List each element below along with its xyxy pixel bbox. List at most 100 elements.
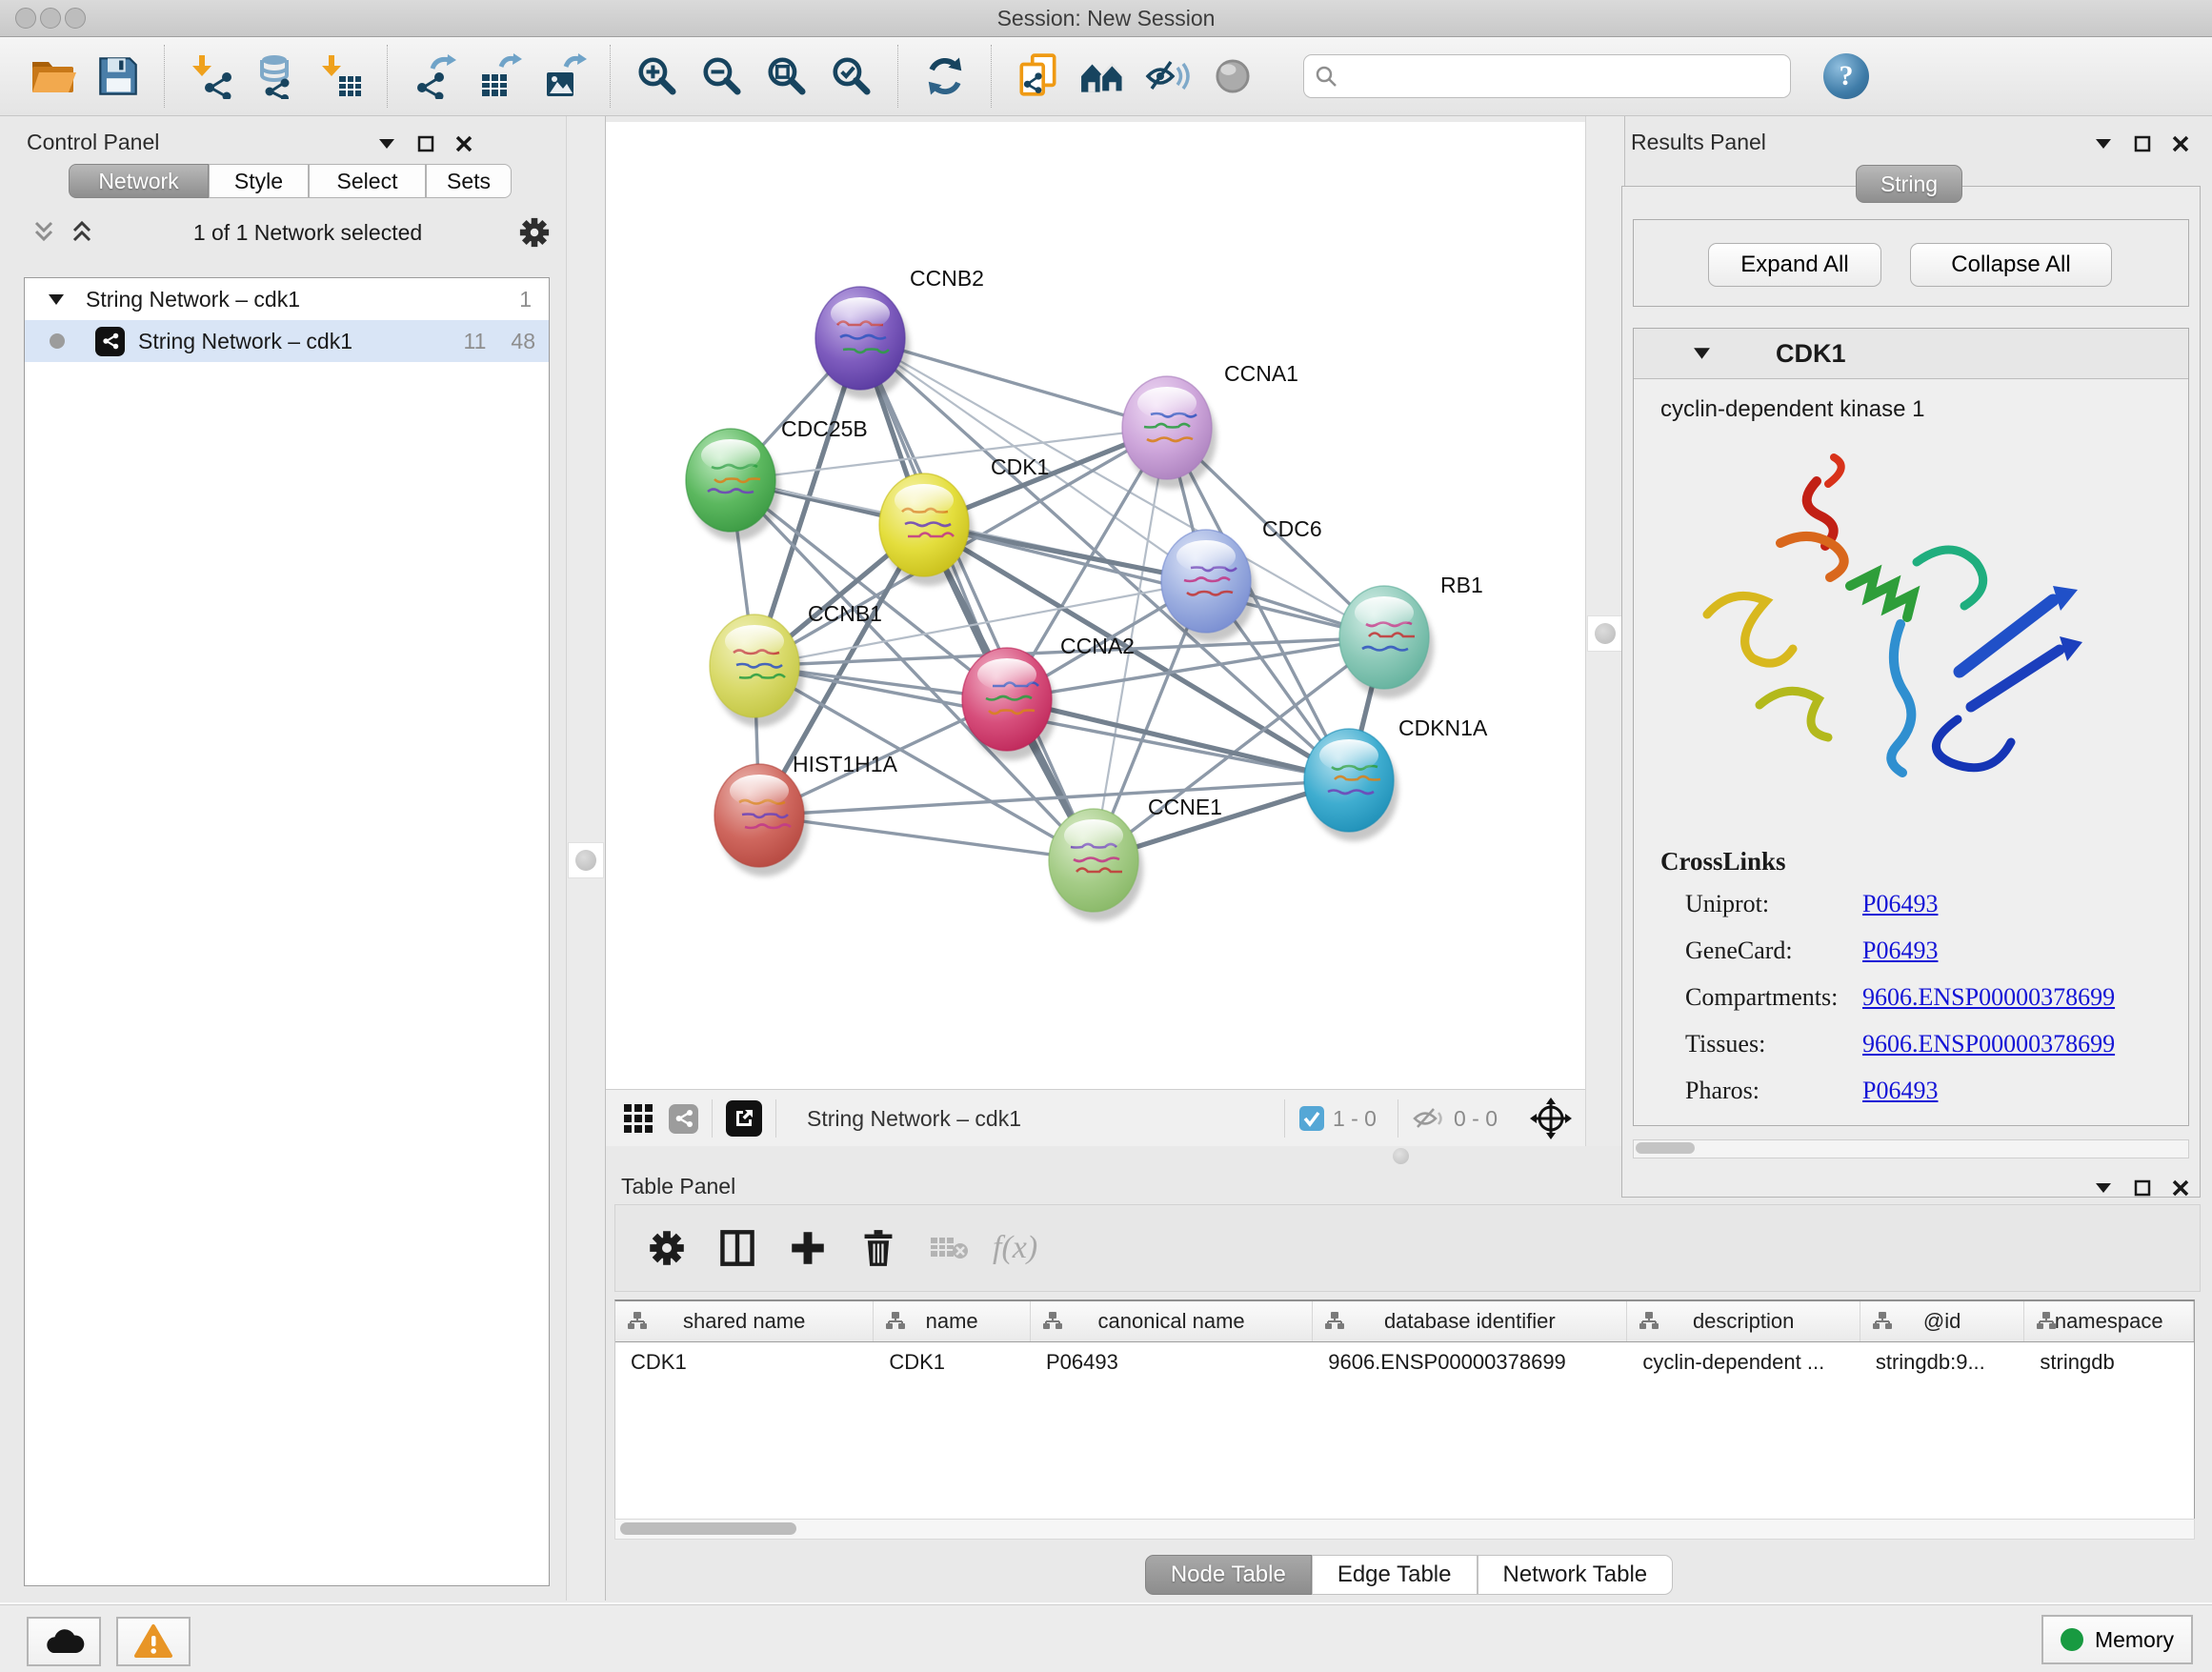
tab-style[interactable]: Style: [209, 164, 309, 198]
table-settings-button[interactable]: [640, 1221, 694, 1275]
crosslink-link[interactable]: P06493: [1862, 1077, 1938, 1105]
graph-node-cdc25b[interactable]: CDC25B: [686, 416, 868, 541]
table-cell[interactable]: CDK1: [615, 1342, 874, 1382]
left-splitter-grip[interactable]: [568, 842, 604, 878]
add-column-button[interactable]: [781, 1221, 835, 1275]
table-cell[interactable]: P06493: [1031, 1342, 1313, 1382]
table-cell[interactable]: CDK1: [874, 1342, 1031, 1382]
graph-node-ccne1[interactable]: CCNE1: [1049, 795, 1222, 921]
warning-button[interactable]: [116, 1617, 191, 1666]
open-in-window-icon[interactable]: [726, 1100, 762, 1137]
crosslink-link[interactable]: P06493: [1862, 937, 1938, 965]
column-header-name[interactable]: name: [874, 1301, 1031, 1341]
fx-function-icon[interactable]: f(x): [993, 1230, 1037, 1266]
export-image-button[interactable]: [536, 49, 592, 104]
panel-close-icon[interactable]: [2172, 1179, 2189, 1197]
crosslink-link[interactable]: 9606.ENSP00000378699: [1862, 1030, 2115, 1058]
tab-select[interactable]: Select: [309, 164, 426, 198]
column-header-shared-name[interactable]: shared name: [615, 1301, 874, 1341]
crosslink-link[interactable]: P06493: [1862, 890, 1938, 918]
graph-node-cdkn1a[interactable]: CDKN1A: [1304, 715, 1488, 841]
network-row-selected[interactable]: String Network – cdk1 11 48: [25, 320, 549, 362]
column-header-description[interactable]: description: [1627, 1301, 1860, 1341]
import-network-button[interactable]: [184, 49, 239, 104]
table-cell[interactable]: 9606.ENSP00000378699: [1313, 1342, 1627, 1382]
collapse-all-button[interactable]: Collapse All: [1910, 243, 2112, 287]
section-collapse-icon[interactable]: [1693, 347, 1711, 360]
tab-network[interactable]: Network: [69, 164, 209, 198]
save-session-button[interactable]: [90, 49, 146, 104]
show-columns-button[interactable]: [711, 1221, 764, 1275]
right-splitter[interactable]: [1585, 116, 1625, 1147]
tab-node-table[interactable]: Node Table: [1145, 1555, 1312, 1595]
table-hscroll-thumb[interactable]: [620, 1522, 796, 1535]
panel-float-icon[interactable]: [2134, 135, 2151, 152]
crosslink-link[interactable]: 9606.ENSP00000378699: [1862, 983, 2115, 1012]
first-neighbors-button[interactable]: [1076, 49, 1131, 104]
horizontal-splitter-grip[interactable]: [1393, 1148, 1409, 1164]
import-table-button[interactable]: [313, 49, 369, 104]
zoom-in-button[interactable]: [630, 49, 685, 104]
tab-string[interactable]: String: [1856, 165, 1962, 203]
column-header-canonical-name[interactable]: canonical name: [1031, 1301, 1313, 1341]
column-header-namespace[interactable]: namespace: [2024, 1301, 2194, 1341]
tab-sets[interactable]: Sets: [426, 164, 512, 198]
selected-checkbox-icon[interactable]: [1298, 1105, 1325, 1132]
expand-all-button[interactable]: Expand All: [1708, 243, 1881, 287]
gene-section-header[interactable]: CDK1: [1634, 329, 2188, 379]
delete-table-button[interactable]: [922, 1221, 975, 1275]
hidden-eye-icon[interactable]: [1412, 1105, 1446, 1132]
clone-network-button[interactable]: [1011, 49, 1066, 104]
tree-expand-icon[interactable]: [48, 293, 65, 306]
birdseye-crosshair-icon[interactable]: [1530, 1098, 1572, 1139]
expand-all-icon[interactable]: [69, 220, 97, 245]
results-hscroll-thumb[interactable]: [1636, 1142, 1695, 1154]
panel-float-icon[interactable]: [417, 135, 434, 152]
export-network-button[interactable]: [407, 49, 462, 104]
zoom-out-button[interactable]: [694, 49, 750, 104]
network-graph[interactable]: CCNB2CCNA1CDC25BCDK1CDC6RB1CCNB1CCNA2CDK…: [606, 122, 1585, 1089]
results-hscrollbar[interactable]: [1633, 1139, 2189, 1158]
graph-node-cdc6[interactable]: CDC6: [1161, 516, 1322, 642]
zoom-selected-button[interactable]: [824, 49, 879, 104]
graph-edge[interactable]: [860, 338, 1094, 860]
tab-network-table[interactable]: Network Table: [1478, 1555, 1674, 1595]
table-cell[interactable]: stringdb:9...: [1860, 1342, 2025, 1382]
network-canvas[interactable]: CCNB2CCNA1CDC25BCDK1CDC6RB1CCNB1CCNA2CDK…: [606, 122, 1585, 1089]
zoom-fit-button[interactable]: [759, 49, 814, 104]
graph-edge[interactable]: [759, 816, 1094, 860]
show-all-button[interactable]: [1205, 49, 1260, 104]
table-row[interactable]: CDK1CDK1P064939606.ENSP00000378699cyclin…: [615, 1342, 2194, 1382]
panel-menu-icon[interactable]: [2094, 1181, 2113, 1195]
export-table-button[interactable]: [472, 49, 527, 104]
refresh-button[interactable]: [917, 49, 973, 104]
graph-node-hist1h1a[interactable]: HIST1H1A: [714, 752, 898, 876]
graph-node-ccnb2[interactable]: CCNB2: [815, 266, 984, 399]
tab-edge-table[interactable]: Edge Table: [1312, 1555, 1478, 1595]
table-cell[interactable]: cyclin-dependent ...: [1627, 1342, 1860, 1382]
search-input[interactable]: [1338, 58, 1780, 94]
panel-close-icon[interactable]: [2172, 135, 2189, 152]
import-database-button[interactable]: [249, 49, 304, 104]
network-collection-row[interactable]: String Network – cdk1 1: [25, 278, 549, 320]
network-options-gear-icon[interactable]: [518, 216, 551, 249]
network-view-icon[interactable]: [669, 1104, 698, 1134]
collapse-all-icon[interactable]: [30, 220, 59, 245]
memory-button[interactable]: Memory: [2041, 1615, 2193, 1664]
panel-close-icon[interactable]: [455, 135, 473, 152]
help-button[interactable]: ?: [1823, 53, 1869, 99]
table-hscrollbar[interactable]: [614, 1519, 2195, 1540]
delete-column-button[interactable]: [852, 1221, 905, 1275]
panel-float-icon[interactable]: [2134, 1179, 2151, 1197]
panel-menu-icon[interactable]: [2094, 137, 2113, 151]
open-session-button[interactable]: [26, 49, 81, 104]
cloud-button[interactable]: [27, 1617, 101, 1666]
grid-view-icon[interactable]: [621, 1101, 655, 1136]
left-splitter[interactable]: [566, 116, 606, 1601]
hide-selected-button[interactable]: [1140, 49, 1196, 104]
column-header-database-identifier[interactable]: database identifier: [1313, 1301, 1627, 1341]
panel-menu-icon[interactable]: [377, 137, 396, 151]
right-splitter-grip[interactable]: [1587, 615, 1623, 652]
graph-node-ccnb1[interactable]: CCNB1: [710, 601, 882, 727]
table-cell[interactable]: stringdb: [2024, 1342, 2194, 1382]
